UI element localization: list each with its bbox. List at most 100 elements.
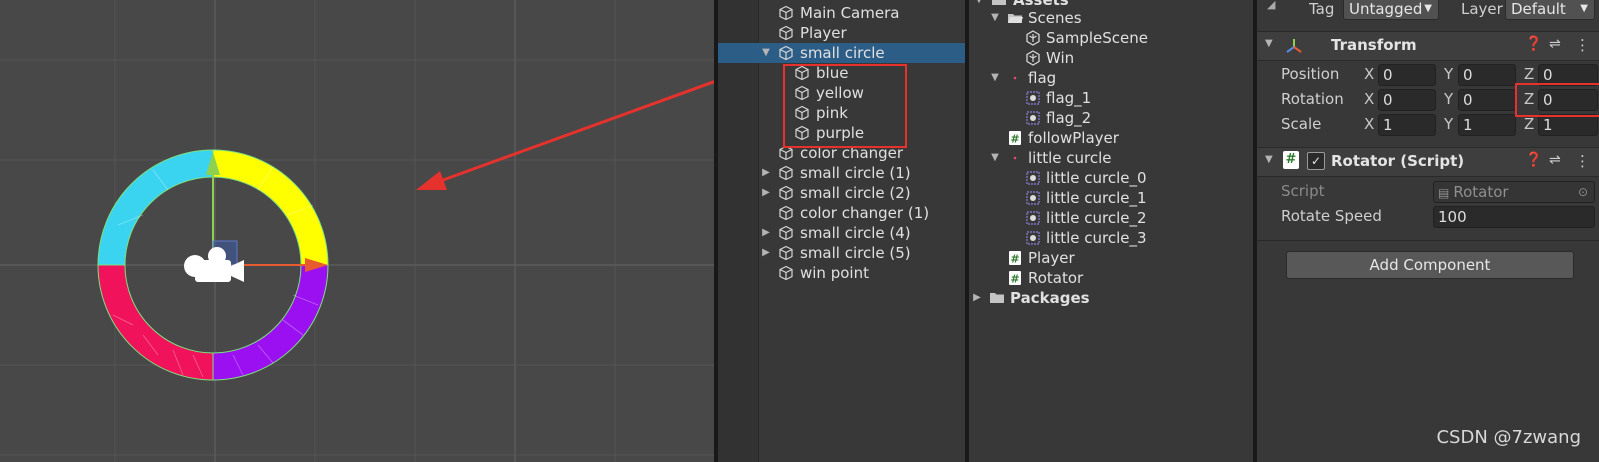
position-x-input[interactable]: 0 <box>1378 64 1436 86</box>
unity-scene-icon <box>1026 50 1040 66</box>
hierarchy-item[interactable]: win point <box>718 263 965 283</box>
add-component-button[interactable]: Add Component <box>1286 251 1574 279</box>
expand-closed-icon[interactable]: ▶ <box>971 288 983 308</box>
project-item-label: SampleScene <box>1046 29 1148 47</box>
cube-icon <box>779 225 793 241</box>
folder-open-icon <box>992 0 1006 5</box>
hierarchy-item[interactable]: Player <box>718 23 965 43</box>
preset-icon[interactable]: ⇌ <box>1549 36 1561 52</box>
project-item[interactable]: ▼ Scenes <box>969 8 1253 28</box>
script-icon: # <box>1283 151 1299 169</box>
project-item-label: little curcle_3 <box>1046 229 1147 247</box>
project-item[interactable]: Win <box>969 48 1253 68</box>
watermark: CSDN @7zwang <box>1436 427 1581 448</box>
project-item-label: little curcle_2 <box>1046 209 1147 227</box>
expand-closed-icon[interactable]: ▶ <box>760 223 772 243</box>
preset-icon[interactable]: ⇌ <box>1549 152 1561 168</box>
project-panel: ▼ Assets ▼ScenesSampleSceneWin▼flagflag_… <box>969 0 1253 462</box>
project-item-label: Rotator <box>1028 269 1084 287</box>
script-file-icon: ▤ <box>1438 186 1450 200</box>
component-enabled-checkbox[interactable]: ✓ <box>1307 152 1325 170</box>
project-item[interactable]: little curcle_0 <box>969 168 1253 188</box>
hierarchy-item[interactable]: ▶ small circle (2) <box>718 183 965 203</box>
project-item[interactable]: little curcle_3 <box>969 228 1253 248</box>
scene-canvas[interactable] <box>0 0 714 462</box>
project-item-label: little curcle_1 <box>1046 189 1147 207</box>
kebab-menu-icon[interactable]: ⋮ <box>1575 36 1590 54</box>
axis-x-label[interactable]: X <box>1364 90 1374 108</box>
expand-open-icon[interactable]: ▼ <box>989 148 1001 168</box>
help-icon[interactable]: ❓ <box>1525 152 1542 168</box>
project-item-label: little curcle_0 <box>1046 169 1147 187</box>
axis-z-label[interactable]: Z <box>1524 65 1534 83</box>
inspector-panel: ◢ Tag Untagged ▼ Layer Default ▼ ▼ Trans… <box>1257 0 1599 462</box>
project-item[interactable]: ▼ little curcle <box>969 148 1253 168</box>
rotation-x-input[interactable]: 0 <box>1378 89 1436 111</box>
highlight-box-children <box>783 64 907 148</box>
axis-y-label[interactable]: Y <box>1444 115 1453 133</box>
rotate-speed-input[interactable]: 100 <box>1433 206 1595 228</box>
folder-icon <box>990 293 1004 303</box>
sprite-icon <box>1026 111 1040 125</box>
expand-closed-icon[interactable]: ▶ <box>760 163 772 183</box>
annotation-arrow-line <box>431 80 714 186</box>
expand-open-icon[interactable]: ▼ <box>1265 38 1273 49</box>
axis-z-label[interactable]: Z <box>1524 115 1534 133</box>
tag-layer-marker-icon: ◢ <box>1267 0 1276 11</box>
project-item[interactable]: flag_1 <box>969 88 1253 108</box>
project-item[interactable]: # Player <box>969 248 1253 268</box>
tag-dropdown[interactable]: Untagged ▼ <box>1343 0 1439 20</box>
expand-open-icon[interactable]: ▼ <box>989 8 1001 28</box>
layer-dropdown[interactable]: Default ▼ <box>1505 0 1595 20</box>
scale-z-input[interactable]: 1 <box>1538 114 1598 136</box>
tag-label: Tag <box>1309 0 1335 18</box>
rotator-component-header[interactable]: ▼ # ✓ Rotator (Script) ❓ ⇌ ⋮ <box>1257 147 1599 177</box>
hierarchy-item[interactable]: ▶ small circle (5) <box>718 243 965 263</box>
rotation-y-input[interactable]: 0 <box>1458 89 1516 111</box>
axis-y-label[interactable]: Y <box>1444 90 1453 108</box>
help-icon[interactable]: ❓ <box>1525 36 1542 52</box>
layer-dropdown-value: Default <box>1511 0 1566 18</box>
cube-icon <box>779 185 793 201</box>
expand-open-icon[interactable]: ▼ <box>1265 154 1273 165</box>
transform-icon <box>1286 39 1302 53</box>
hierarchy-item[interactable]: Main Camera <box>718 3 965 23</box>
axis-x-label[interactable]: X <box>1364 115 1374 133</box>
project-item[interactable]: ▼ flag <box>969 68 1253 88</box>
transform-title: Transform <box>1331 36 1417 54</box>
hierarchy-item-label: small circle (4) <box>800 224 911 242</box>
project-item[interactable]: # Rotator <box>969 268 1253 288</box>
expand-closed-icon[interactable]: ▶ <box>760 243 772 263</box>
hierarchy-item[interactable]: ▶ small circle (4) <box>718 223 965 243</box>
project-item[interactable]: SampleScene <box>969 28 1253 48</box>
project-item[interactable]: little curcle_2 <box>969 208 1253 228</box>
scale-y-input[interactable]: 1 <box>1458 114 1516 136</box>
project-item[interactable]: # followPlayer <box>969 128 1253 148</box>
rotate-speed-row: Rotate Speed 100 <box>1257 205 1599 229</box>
position-label: Position <box>1281 65 1340 83</box>
project-item[interactable]: ▶ Packages <box>969 288 1253 308</box>
layer-label: Layer <box>1461 0 1503 18</box>
expand-open-icon[interactable]: ▼ <box>760 43 772 63</box>
project-item-label: followPlayer <box>1028 129 1119 147</box>
svg-text:#: # <box>1010 273 1019 286</box>
cube-icon <box>779 245 793 261</box>
project-item[interactable]: little curcle_1 <box>969 188 1253 208</box>
scale-label: Scale <box>1281 115 1322 133</box>
hierarchy-item[interactable]: ▶ small circle (1) <box>718 163 965 183</box>
axis-x-label[interactable]: X <box>1364 65 1374 83</box>
scene-view[interactable] <box>0 0 714 462</box>
position-y-input[interactable]: 0 <box>1458 64 1516 86</box>
hierarchy-item[interactable]: color changer (1) <box>718 203 965 223</box>
expand-closed-icon[interactable]: ▶ <box>760 183 772 203</box>
kebab-menu-icon[interactable]: ⋮ <box>1575 152 1590 170</box>
cube-icon <box>779 205 793 221</box>
scale-x-input[interactable]: 1 <box>1378 114 1436 136</box>
project-item[interactable]: flag_2 <box>969 108 1253 128</box>
axis-y-label[interactable]: Y <box>1444 65 1453 83</box>
transform-component-header[interactable]: ▼ Transform ❓ ⇌ ⋮ <box>1257 31 1599 61</box>
hierarchy-item[interactable]: ▼ small circle <box>718 43 965 63</box>
expand-open-icon[interactable]: ▼ <box>989 68 1001 88</box>
script-icon: # <box>1009 251 1021 266</box>
script-row: Script ▤ Rotator ⊙ <box>1257 180 1599 204</box>
